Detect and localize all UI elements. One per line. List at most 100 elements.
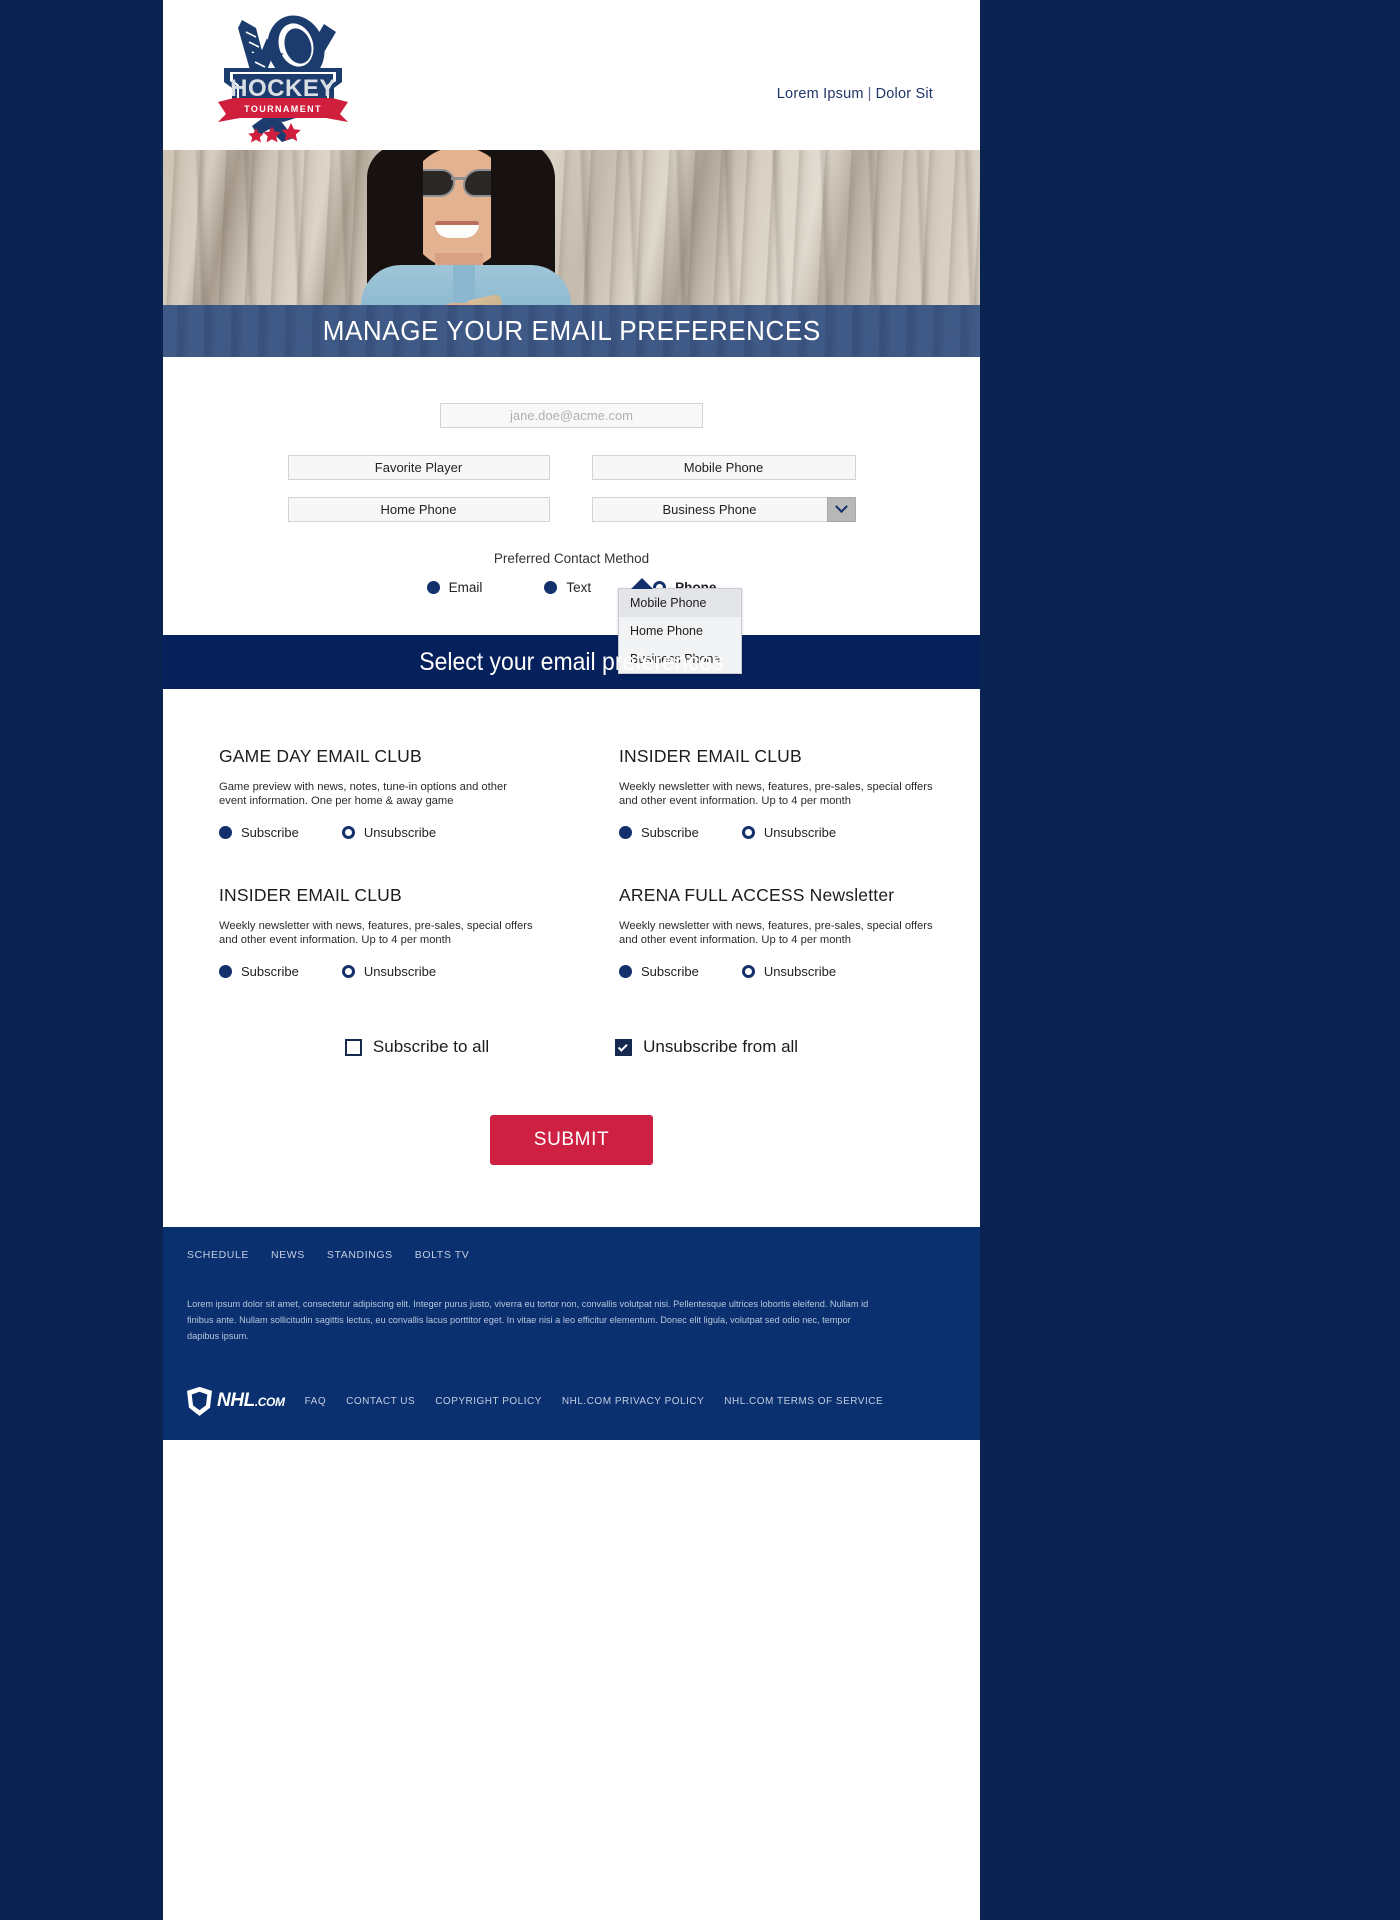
hockey-tournament-logo[interactable]: HOCKEY TOURNAMENT	[208, 10, 348, 143]
radio-contact-email[interactable]: Email	[426, 580, 483, 595]
footer-legal-text: Lorem ipsum dolor sit amet, consectetur …	[187, 1299, 869, 1341]
radio-subscribe[interactable]: Subscribe	[219, 825, 299, 840]
card-title: INSIDER EMAIL CLUB	[219, 885, 402, 905]
preference-card: INSIDER EMAIL CLUB Weekly newsletter wit…	[219, 885, 619, 979]
nhl-wordmark-text: NHL	[217, 1390, 255, 1412]
preference-card: ARENA FULL ACCESS Newsletter Weekly news…	[619, 885, 981, 979]
dropdown-option-mobile-phone[interactable]: Mobile Phone	[619, 589, 741, 617]
footer-link-standings[interactable]: STANDINGS	[327, 1249, 393, 1261]
radio-label-email: Email	[448, 580, 483, 595]
checkbox-label-subscribe-all: Subscribe to all	[372, 1037, 490, 1056]
header-link-lorem-ipsum[interactable]: Lorem Ipsum	[777, 86, 864, 102]
card-radio-group: Subscribe Unsubscribe	[219, 964, 619, 979]
submit-row: SUBMIT	[163, 1057, 980, 1227]
radio-label-subscribe: Subscribe	[241, 825, 299, 840]
nhl-wordmark-suffix: .COM	[254, 1395, 285, 1410]
radio-contact-text[interactable]: Text	[544, 580, 591, 595]
preferences-heading: Select your email preferences	[418, 647, 724, 676]
header-link-separator: |	[867, 86, 872, 102]
card-radio-group: Subscribe Unsubscribe	[219, 825, 619, 840]
radio-unsubscribe[interactable]: Unsubscribe	[341, 964, 437, 979]
mobile-phone-field-wrap	[591, 455, 856, 480]
radio-dot-text	[544, 581, 558, 594]
card-radio-group: Subscribe Unsubscribe	[619, 964, 981, 979]
chevron-down-icon	[834, 500, 848, 514]
preference-card: GAME DAY EMAIL CLUB Game preview with ne…	[219, 746, 619, 840]
radio-subscribe[interactable]: Subscribe	[619, 964, 699, 979]
home-phone-input[interactable]	[287, 497, 550, 522]
footer-link-bolts-tv[interactable]: BOLTS TV	[415, 1249, 470, 1261]
footer-link-faq[interactable]: FAQ	[305, 1396, 327, 1407]
radio-unsubscribe[interactable]: Unsubscribe	[741, 825, 837, 840]
radio-unsubscribe[interactable]: Unsubscribe	[741, 964, 837, 979]
radio-subscribe[interactable]: Subscribe	[619, 825, 699, 840]
preferred-contact-method-radios: Email Text Phone	[163, 580, 980, 595]
footer-link-contact-us[interactable]: CONTACT US	[346, 1396, 415, 1407]
radio-dot-unsubscribe	[341, 826, 355, 839]
radio-label-subscribe: Subscribe	[641, 825, 699, 840]
dropdown-option-home-phone[interactable]: Home Phone	[619, 617, 741, 645]
radio-label-unsubscribe: Unsubscribe	[763, 825, 837, 840]
contact-fields-grid	[163, 455, 980, 522]
mobile-phone-input[interactable]	[591, 455, 856, 480]
radio-label-subscribe: Subscribe	[241, 964, 299, 979]
preference-card: INSIDER EMAIL CLUB Weekly newsletter wit…	[619, 746, 981, 840]
footer-primary-nav: SCHEDULE NEWS STANDINGS BOLTS TV	[163, 1249, 980, 1261]
radio-dot-unsubscribe	[341, 965, 355, 978]
checkbox-subscribe-to-all[interactable]: Subscribe to all	[344, 1037, 490, 1057]
business-phone-dropdown-button[interactable]	[826, 497, 856, 522]
radio-dot-subscribe	[619, 965, 632, 978]
email-row	[163, 403, 980, 428]
hero-image	[163, 150, 980, 305]
checkbox-label-unsubscribe-all: Unsubscribe from all	[643, 1037, 799, 1056]
preferences-section: GAME DAY EMAIL CLUB Game preview with ne…	[163, 689, 980, 1227]
footer-link-privacy-policy[interactable]: NHL.COM PRIVACY POLICY	[562, 1396, 704, 1407]
radio-label-subscribe: Subscribe	[641, 964, 699, 979]
logo-word: HOCKEY	[230, 75, 336, 102]
check-icon	[617, 1041, 628, 1052]
footer-secondary-links: FAQ CONTACT US COPYRIGHT POLICY NHL.COM …	[305, 1396, 884, 1407]
logo-ribbon: TOURNAMENT	[244, 104, 322, 114]
footer-link-schedule[interactable]: SCHEDULE	[187, 1249, 249, 1261]
page-title: MANAGE YOUR EMAIL PREFERENCES	[322, 315, 821, 346]
favorite-player-input[interactable]	[287, 455, 550, 480]
card-title: INSIDER EMAIL CLUB	[619, 746, 802, 766]
radio-label-unsubscribe: Unsubscribe	[363, 964, 437, 979]
radio-subscribe[interactable]: Subscribe	[219, 964, 299, 979]
footer-link-copyright-policy[interactable]: COPYRIGHT POLICY	[435, 1396, 542, 1407]
site-footer: SCHEDULE NEWS STANDINGS BOLTS TV Lorem i…	[163, 1227, 980, 1440]
bulk-subscription-checkboxes: Subscribe to all Unsubscribe from all	[163, 1037, 980, 1057]
radio-dot-email	[426, 581, 440, 594]
footer-bottom-bar: NHL.COM FAQ CONTACT US COPYRIGHT POLICY …	[163, 1354, 980, 1440]
radio-label-text: Text	[566, 580, 592, 595]
nhl-wordmark: NHL.COM	[217, 1390, 285, 1412]
card-description: Weekly newsletter with news, features, p…	[619, 920, 933, 946]
checkbox-unsubscribe-from-all[interactable]: Unsubscribe from all	[615, 1037, 798, 1057]
radio-unsubscribe[interactable]: Unsubscribe	[341, 825, 436, 840]
page-title-banner: MANAGE YOUR EMAIL PREFERENCES	[163, 305, 980, 357]
radio-dot-subscribe	[619, 826, 632, 839]
header-links: Lorem Ipsum | Dolor Sit	[777, 86, 933, 102]
nhl-logo[interactable]: NHL.COM	[187, 1386, 285, 1416]
header-link-dolor-sit[interactable]: Dolor Sit	[876, 86, 933, 102]
preference-cards-grid: GAME DAY EMAIL CLUB Game preview with ne…	[163, 746, 980, 979]
footer-link-terms-of-service[interactable]: NHL.COM TERMS OF SERVICE	[724, 1396, 883, 1407]
footer-link-news[interactable]: NEWS	[271, 1249, 305, 1261]
contact-form: Preferred Contact Method Email Text Phon…	[163, 357, 980, 674]
radio-label-unsubscribe: Unsubscribe	[763, 964, 837, 979]
card-radio-group: Subscribe Unsubscribe	[619, 825, 981, 840]
submit-button[interactable]: SUBMIT	[490, 1115, 653, 1165]
dropdown-caret-icon	[631, 578, 653, 589]
business-phone-input[interactable]	[591, 497, 828, 522]
site-header: HOCKEY TOURNAMENT Lorem Ipsum | Dolor Sit	[163, 0, 980, 150]
preferences-banner: Select your email preferences	[162, 635, 980, 689]
preferred-contact-method-label: Preferred Contact Method	[493, 551, 650, 566]
radio-dot-unsubscribe	[741, 965, 755, 978]
card-description: Weekly newsletter with news, features, p…	[219, 920, 533, 946]
page-container: HOCKEY TOURNAMENT Lorem Ipsum | Dolor Sit	[162, 0, 980, 1920]
radio-dot-unsubscribe	[741, 826, 755, 839]
email-input[interactable]	[440, 403, 703, 428]
nhl-shield-icon	[187, 1386, 212, 1416]
card-description: Weekly newsletter with news, features, p…	[619, 781, 933, 807]
card-title: GAME DAY EMAIL CLUB	[219, 746, 422, 766]
